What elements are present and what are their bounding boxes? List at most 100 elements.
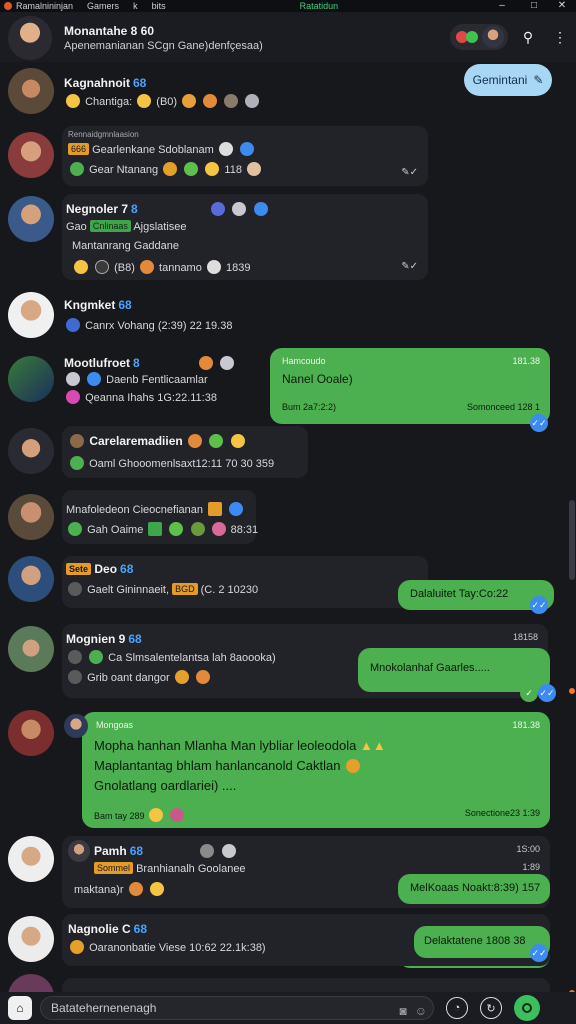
message-text-3: Gnolatlang oardlariei) .... xyxy=(94,778,237,793)
sticker-icon xyxy=(70,434,84,448)
list-item[interactable]: Mongoas 181.38 Mopha hanhan Mlanha Man l… xyxy=(0,708,560,832)
tag-badge-2: Sommel xyxy=(94,862,134,874)
tag-badge: 8 xyxy=(132,356,140,370)
outgoing-bubble[interactable]: Hamcoudo 181.38 Nanel Ooale) Bum 2a7:2:2… xyxy=(270,348,550,424)
avatar xyxy=(8,626,54,672)
close-icon[interactable]: ✕ xyxy=(552,0,572,12)
list-item[interactable]: Nagnolie C 68 Oaranonbatie Viese 10:62 22… xyxy=(0,914,560,970)
list-item[interactable]: Sete Deo 68 Gaelt Gininnaeit, BGD (C. 2 1… xyxy=(0,554,560,616)
smile-emoji-icon xyxy=(230,434,245,448)
message-meta: (B0) xyxy=(156,96,178,108)
timestamp: 181.38 xyxy=(512,720,540,730)
call-group[interactable] xyxy=(450,24,508,50)
laugh-emoji-icon xyxy=(182,94,197,108)
face-emoji-icon-2 xyxy=(221,844,236,858)
message-bubble[interactable]: Rennaidgmnlaasion 666 Gearlenkane Sdobla… xyxy=(62,126,428,186)
list-item[interactable]: Kagnahnoit 68 Chantiga: (B0) xyxy=(0,68,560,124)
tag-badge: 68 xyxy=(133,76,147,90)
forward-header: Rennaidgmnlaasion xyxy=(68,130,139,139)
edited-icon: ✎✓ xyxy=(401,261,418,272)
tag-badge: 666 xyxy=(68,143,90,155)
grin-emoji-icon xyxy=(137,94,152,108)
avatar xyxy=(8,196,54,242)
timer-icon[interactable]: ◔ xyxy=(446,997,468,1019)
avatar xyxy=(8,974,54,992)
search-icon[interactable]: ⚲ xyxy=(516,25,540,49)
tag-badge: 68 xyxy=(128,632,142,646)
message-text: Dalaluitet Tay:Co:22 xyxy=(410,588,509,600)
emoji-icon[interactable]: ☺ xyxy=(415,1000,427,1022)
message-preview-2: Grib oant dangor xyxy=(87,672,170,684)
smile-emoji-icon xyxy=(70,940,84,954)
message-bubble[interactable]: Carelaremadiien Oaml Ghooomenlsaxt12:11 … xyxy=(62,426,308,478)
list-item[interactable]: Mognien 9 68 18158 Ca Slmsalentelantsa la… xyxy=(0,622,560,704)
leaf-emoji-icon-2 xyxy=(169,522,184,536)
message-meta: (C. 2 10230 xyxy=(200,584,259,596)
send-button[interactable] xyxy=(514,995,540,1021)
message-preview-2: Gah Oaime xyxy=(87,524,144,536)
tag-badge: 8 xyxy=(131,202,138,216)
smile-emoji-icon xyxy=(174,670,189,684)
badge-icon xyxy=(245,94,260,108)
list-item[interactable] xyxy=(0,974,560,992)
smile-emoji-icon xyxy=(66,94,80,108)
message-preview: Ca Slmsalentelantsa lah 8aoooka) xyxy=(108,652,276,664)
message-preview: Oaranonbatie Viese 10:62 22.1k:38) xyxy=(89,942,266,954)
menu-item-bits[interactable]: bits xyxy=(152,1,166,11)
cat-emoji-icon xyxy=(211,522,226,536)
plant-emoji-icon xyxy=(68,522,82,536)
face-emoji-icon xyxy=(203,94,218,108)
tag-badge: 68 xyxy=(129,844,144,858)
avatar xyxy=(8,68,54,114)
list-item[interactable]: Mnafoledeon Cieocnefianan Gah Oaime 88:3… xyxy=(0,490,560,548)
fire-emoji-icon xyxy=(128,882,143,896)
outgoing-bubble[interactable]: Mnokolanhaf Gaarles..... xyxy=(358,648,550,692)
bubble-header: Hamcoudo xyxy=(282,356,326,366)
message-bubble[interactable]: Negnoler 78 Gao Cnlinaas Ajgslatisee Man… xyxy=(62,194,428,280)
rocket-emoji-icon xyxy=(211,202,226,216)
refresh-icon[interactable]: ↻ xyxy=(480,997,502,1019)
message-bubble[interactable]: Sete Deo 68 Gaelt Gininnaeit, BGD (C. 2 1… xyxy=(62,556,428,608)
box-emoji-icon xyxy=(208,502,223,516)
message-preview: Oaml Ghooomenlsaxt12:11 70 30 359 xyxy=(89,458,275,470)
menu-item-k[interactable]: k xyxy=(133,1,138,11)
list-item[interactable]: Mootlufroet 8 Daenb Fentlicaamlar Qeanna … xyxy=(0,348,560,432)
avatar xyxy=(8,494,54,540)
message-preview-2: maktana)r xyxy=(74,884,124,896)
bubble-footer: Bam tay 289 xyxy=(94,811,145,821)
message-preview-2: Gear Ntanang xyxy=(89,164,159,176)
sent-icon: ✓ xyxy=(520,684,538,702)
avatar xyxy=(8,710,54,756)
face-emoji-icon xyxy=(199,356,214,370)
message-input[interactable]: Batatehernenenagh ◙ ☺ xyxy=(40,996,434,1020)
list-item[interactable]: Negnoler 78 Gao Cnlinaas Ajgslatisee Man… xyxy=(0,194,560,284)
list-item[interactable]: Kngmket 68 Canrx Vohang (2:39) 22 19.38 xyxy=(0,290,560,340)
avatar xyxy=(8,916,54,962)
maximize-icon[interactable]: □ xyxy=(524,0,544,12)
scrollbar[interactable] xyxy=(569,500,575,580)
list-item[interactable]: Carelaremadiien Oaml Ghooomenlsaxt12:11 … xyxy=(0,426,560,482)
smile-emoji-icon-2 xyxy=(149,808,164,822)
avatar[interactable] xyxy=(8,16,52,60)
outgoing-bubble[interactable]: MelKoaas Noakt:8:39) 157 xyxy=(398,874,550,904)
message-bubble[interactable]: Mnafoledeon Cieocnefianan Gah Oaime 88:3… xyxy=(62,490,258,544)
list-item[interactable]: Rennaidgmnlaasion 666 Gearlenkane Sdobla… xyxy=(0,126,560,188)
menu-item-gamers[interactable]: Gamers xyxy=(87,1,119,11)
message-bubble[interactable] xyxy=(62,978,550,992)
message-text-2: Maplantantag bhlam hanlancanold Caktlan xyxy=(94,758,341,773)
sticker-icon xyxy=(68,650,82,664)
more-options-icon[interactable]: ⋮ xyxy=(548,25,572,49)
avatar[interactable] xyxy=(482,26,504,48)
message-preview-extra: Ajgslatisee xyxy=(133,221,187,233)
face-emoji-icon xyxy=(66,372,80,386)
minimize-icon[interactable]: – xyxy=(492,0,512,12)
message-list[interactable]: Gemintani ✎ Kagnahnoit 68 Chantiga: (B0) … xyxy=(0,62,576,996)
avatar xyxy=(8,556,54,602)
face-emoji-icon xyxy=(200,844,215,858)
attach-icon[interactable]: ⌂ xyxy=(8,996,32,1020)
read-receipt-icon: ✓✓ xyxy=(538,684,556,702)
sticker-icon[interactable]: ◙ xyxy=(399,1000,406,1022)
outgoing-bubble[interactable]: Mongoas 181.38 Mopha hanhan Mlanha Man l… xyxy=(64,712,550,828)
tag-badge: 68 xyxy=(118,298,132,312)
phone-icon[interactable] xyxy=(466,31,478,43)
